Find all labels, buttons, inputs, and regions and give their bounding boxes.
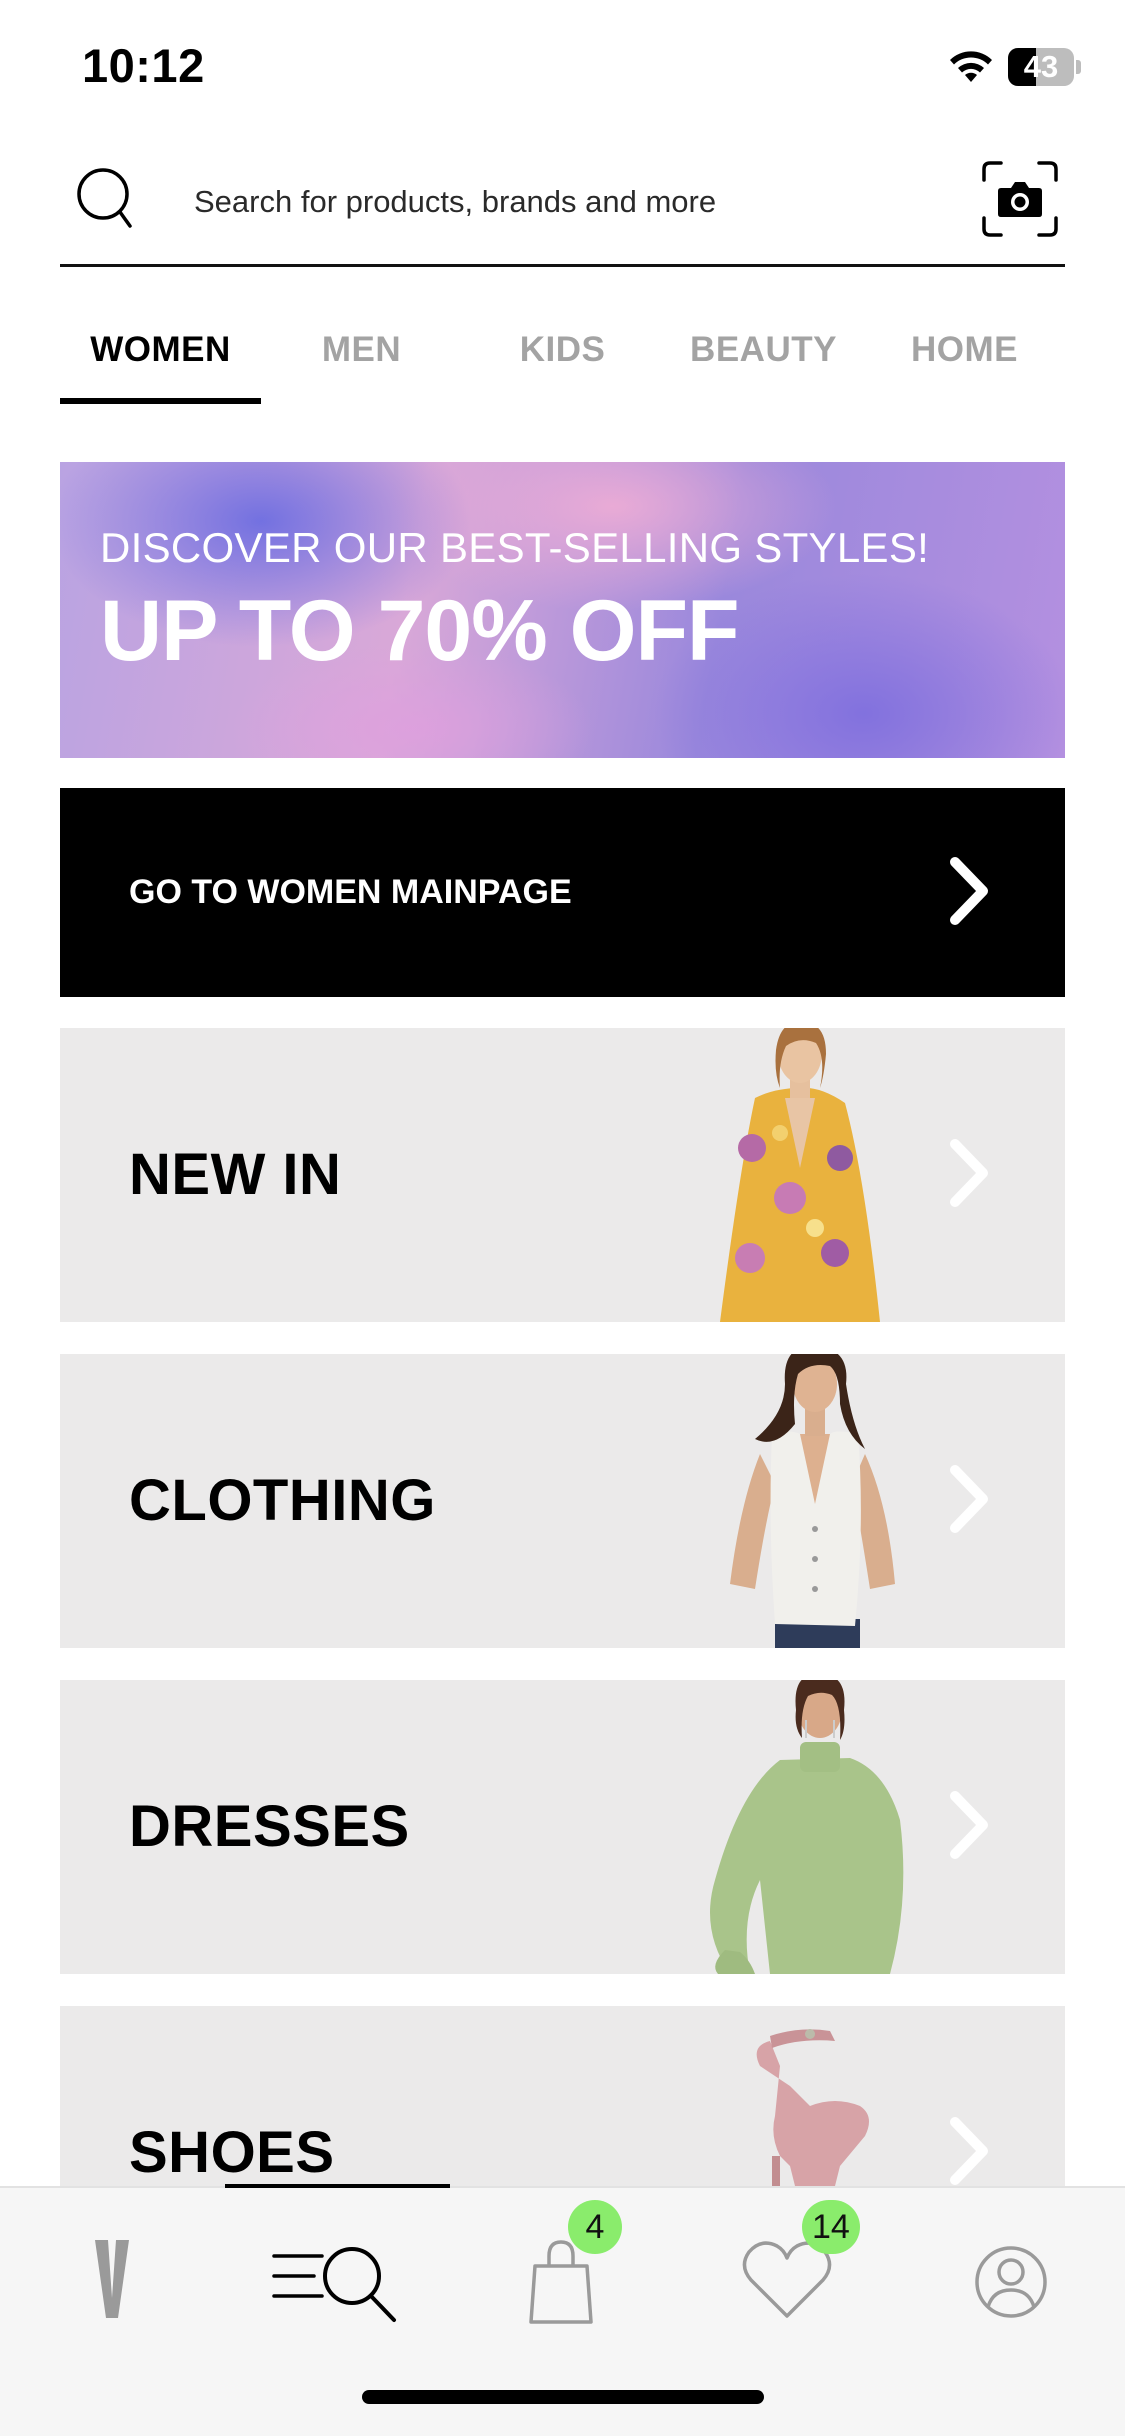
search-bar (60, 150, 1065, 267)
tab-men[interactable]: MEN (261, 312, 462, 404)
menu-search-icon[interactable] (270, 2228, 400, 2328)
logo-v-icon[interactable] (62, 2228, 162, 2328)
tab-women[interactable]: WOMEN (60, 312, 261, 404)
wifi-icon (950, 51, 992, 82)
category-label: CLOTHING (129, 1468, 436, 1533)
tab-home[interactable]: HOME (864, 312, 1065, 404)
bag-count-badge: 4 (568, 2200, 622, 2254)
status-bar: 10:12 43 (0, 0, 1125, 135)
battery-icon: 43 (1008, 48, 1081, 86)
active-tab-indicator (225, 2184, 450, 2188)
chevron-right-icon (950, 2117, 988, 2185)
tab-kids[interactable]: KIDS (462, 312, 663, 404)
chevron-right-icon (950, 1791, 988, 1859)
favorites-count-badge: 14 (802, 2200, 860, 2254)
model-green-blouse-image (710, 1680, 904, 1974)
camera-icon[interactable] (981, 160, 1059, 238)
chevron-right-icon (950, 1139, 988, 1207)
model-white-vest-image (730, 1354, 895, 1648)
category-label: DRESSES (129, 1794, 410, 1859)
women-mainpage-button[interactable]: GO TO WOMEN MAINPAGE (60, 788, 1065, 997)
user-icon[interactable] (961, 2228, 1061, 2328)
women-mainpage-label: GO TO WOMEN MAINPAGE (129, 873, 572, 911)
promo-title: UP TO 70% OFF (100, 583, 740, 679)
search-input[interactable] (194, 176, 894, 228)
category-tabs: WOMEN MEN KIDS BEAUTY HOME (60, 312, 1065, 404)
promo-banner[interactable]: DISCOVER OUR BEST-SELLING STYLES! UP TO … (60, 462, 1065, 758)
model-floral-blouse-image (720, 1028, 880, 1322)
promo-subtitle: DISCOVER OUR BEST-SELLING STYLES! (100, 524, 930, 571)
battery-level: 43 (1023, 49, 1059, 84)
category-clothing[interactable]: CLOTHING (60, 1354, 1065, 1648)
home-indicator (362, 2390, 764, 2404)
status-time: 10:12 (82, 39, 205, 92)
category-dresses[interactable]: DRESSES (60, 1680, 1065, 1974)
chevron-right-icon (950, 1465, 988, 1533)
category-new-in[interactable]: NEW IN (60, 1028, 1065, 1322)
tab-beauty[interactable]: BEAUTY (663, 312, 864, 404)
search-icon[interactable] (76, 164, 136, 234)
chevron-right-icon (950, 857, 988, 925)
category-label: NEW IN (129, 1142, 342, 1207)
